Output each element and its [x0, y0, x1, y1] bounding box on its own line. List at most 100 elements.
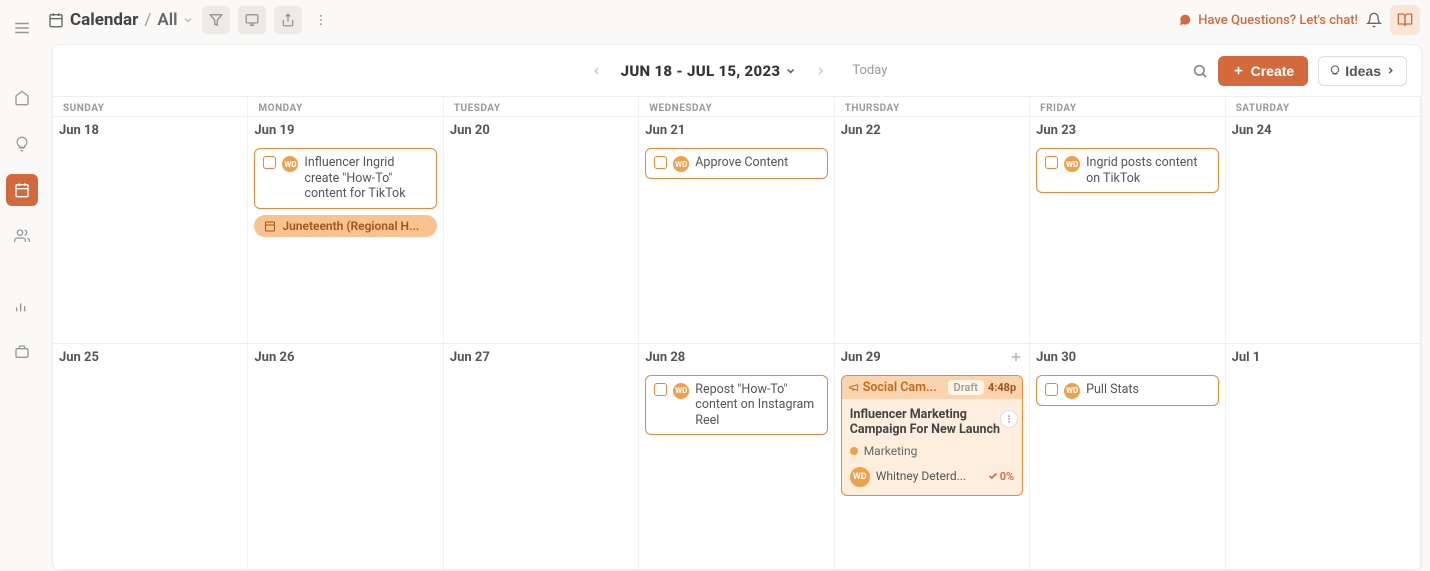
campaign-title: Influencer Marketing Campaign For New La… — [850, 407, 1014, 438]
calendar-day[interactable]: Jun 21 WD Approve Content — [639, 117, 834, 343]
owner-avatar: WD — [1064, 156, 1080, 172]
campaign-owner: Whitney Deterd... — [876, 469, 982, 483]
task-text: Approve Content — [695, 155, 788, 171]
chevron-down-icon — [784, 65, 796, 77]
team-nav-icon[interactable] — [6, 220, 38, 252]
more-button[interactable] — [310, 6, 332, 34]
task-checkbox[interactable] — [654, 156, 667, 169]
help-book-button[interactable] — [1390, 5, 1420, 35]
home-icon[interactable] — [6, 82, 38, 114]
calendar-day[interactable]: Jun 30 WD Pull Stats — [1030, 344, 1225, 570]
calendar-icon — [264, 220, 276, 232]
campaign-tag: Marketing — [850, 444, 1014, 458]
day-date-label: Jun 28 — [645, 350, 827, 365]
today-button[interactable]: Today — [852, 63, 887, 78]
calendar-container: JUN 18 - JUL 15, 2023 Today Create — [52, 44, 1422, 571]
filter-button[interactable] — [202, 6, 230, 34]
task-card[interactable]: WD Influencer Ingrid create "How-To" cont… — [254, 148, 436, 209]
calendar-day[interactable]: Jun 25 — [53, 344, 248, 570]
campaign-status: Draft — [948, 380, 984, 395]
task-text: Pull Stats — [1086, 382, 1139, 398]
day-date-label: Jun 27 — [450, 350, 632, 365]
campaign-time: 4:48p — [988, 381, 1016, 394]
ideas-button[interactable]: Ideas — [1318, 56, 1407, 86]
task-card[interactable]: WD Pull Stats — [1036, 375, 1218, 406]
holiday-pill[interactable]: Juneteenth (Regional H... — [254, 215, 436, 237]
calendar-nav-icon[interactable] — [6, 174, 38, 206]
calendar-day[interactable]: Jul 1 — [1226, 344, 1421, 570]
owner-avatar: WD — [673, 156, 689, 172]
day-header: TUESDAY — [444, 97, 639, 116]
calendar-day[interactable]: Jun 19 WD Influencer Ingrid create "How-To… — [248, 117, 443, 343]
day-date-label: Jun 22 — [841, 123, 1023, 138]
calendar-day[interactable]: Jun 20 — [444, 117, 639, 343]
campaign-more-button[interactable] — [1000, 410, 1018, 428]
lightbulb-icon — [1329, 65, 1341, 77]
create-button[interactable]: Create — [1218, 56, 1309, 86]
campaign-progress: 0% — [988, 470, 1014, 483]
calendar-day[interactable]: Jun 26 — [248, 344, 443, 570]
plus-icon — [1232, 64, 1245, 77]
owner-avatar: WD — [282, 156, 298, 172]
megaphone-icon — [848, 382, 859, 393]
task-text: Influencer Ingrid create "How-To" conten… — [304, 155, 427, 202]
task-card[interactable]: WDRepost "How-To" content on Instagram R… — [645, 375, 827, 436]
day-date-label: Jun 25 — [59, 350, 241, 365]
campaign-type: Social Cam... — [863, 380, 944, 395]
add-item-button[interactable] — [1009, 350, 1023, 364]
day-date-label: Jun 18 — [59, 123, 241, 138]
day-header: SUNDAY — [53, 97, 248, 116]
calendar-day[interactable]: Jun 24 — [1226, 117, 1421, 343]
topbar: Calendar / All Have Questions? Let's cha… — [44, 0, 1430, 40]
day-date-label: Jun 21 — [645, 123, 827, 138]
search-button[interactable] — [1192, 63, 1208, 79]
next-range-button[interactable] — [810, 61, 830, 81]
task-checkbox[interactable] — [1045, 156, 1058, 169]
task-card[interactable]: WD Approve Content — [645, 148, 827, 179]
menu-icon[interactable] — [6, 12, 38, 44]
day-date-label: Jun 19 — [254, 123, 436, 138]
calendar-day[interactable]: Jun 28 WDRepost "How-To" content on Insta… — [639, 344, 834, 570]
share-button[interactable] — [274, 6, 302, 34]
calendar-day[interactable]: Jun 18 — [53, 117, 248, 343]
assets-nav-icon[interactable] — [6, 336, 38, 368]
calendar-day[interactable]: Jun 22 — [835, 117, 1030, 343]
day-header: FRIDAY — [1030, 97, 1225, 116]
calendar-day[interactable]: Jun 29Social Cam...Draft4:48pInfluencer … — [835, 344, 1030, 570]
day-date-label: Jun 30 — [1036, 350, 1218, 365]
day-header: MONDAY — [248, 97, 443, 116]
chat-link[interactable]: Have Questions? Let's chat! — [1178, 13, 1358, 28]
ideas-nav-icon[interactable] — [6, 128, 38, 160]
chevron-down-icon[interactable] — [182, 14, 194, 26]
calendar-day[interactable]: Jun 27 — [444, 344, 639, 570]
campaign-header: Social Cam... Draft 4:48p — [842, 376, 1022, 399]
calendar-week: Jun 18 Jun 19 WD Influencer Ingrid create "… — [53, 117, 1421, 344]
display-button[interactable] — [238, 6, 266, 34]
notifications-icon[interactable] — [1366, 12, 1382, 28]
task-checkbox[interactable] — [654, 383, 667, 396]
breadcrumb-scope[interactable]: All — [157, 10, 177, 30]
date-range-selector[interactable]: JUN 18 - JUL 15, 2023 — [621, 62, 797, 80]
day-date-label: Jun 23 — [1036, 123, 1218, 138]
chevron-right-icon — [1385, 65, 1396, 76]
analytics-nav-icon[interactable] — [6, 290, 38, 322]
day-date-label: Jun 20 — [450, 123, 632, 138]
day-headers-row: SUNDAYMONDAYTUESDAYWEDNESDAYTHURSDAYFRID… — [53, 97, 1421, 117]
prev-range-button[interactable] — [587, 61, 607, 81]
owner-avatar: WD — [1064, 383, 1080, 399]
campaign-card[interactable]: Social Cam... Draft 4:48p Influencer Market… — [841, 375, 1023, 496]
chat-link-label: Have Questions? Let's chat! — [1198, 13, 1358, 28]
task-checkbox[interactable] — [1045, 383, 1058, 396]
calendar-day[interactable]: Jun 23 WD Ingrid posts content on TikTok — [1030, 117, 1225, 343]
ideas-button-label: Ideas — [1345, 63, 1381, 79]
breadcrumb: Calendar / All — [48, 10, 194, 30]
day-header: SATURDAY — [1226, 97, 1421, 116]
create-button-label: Create — [1251, 63, 1295, 79]
task-text: Repost "How-To" content on Instagram Ree… — [695, 382, 818, 429]
task-text: Ingrid posts content on TikTok — [1086, 155, 1209, 186]
task-card[interactable]: WD Ingrid posts content on TikTok — [1036, 148, 1218, 193]
date-range-label: JUN 18 - JUL 15, 2023 — [621, 62, 781, 80]
calendar-icon — [48, 12, 64, 28]
holiday-label: Juneteenth (Regional H... — [282, 219, 419, 233]
task-checkbox[interactable] — [263, 156, 276, 169]
